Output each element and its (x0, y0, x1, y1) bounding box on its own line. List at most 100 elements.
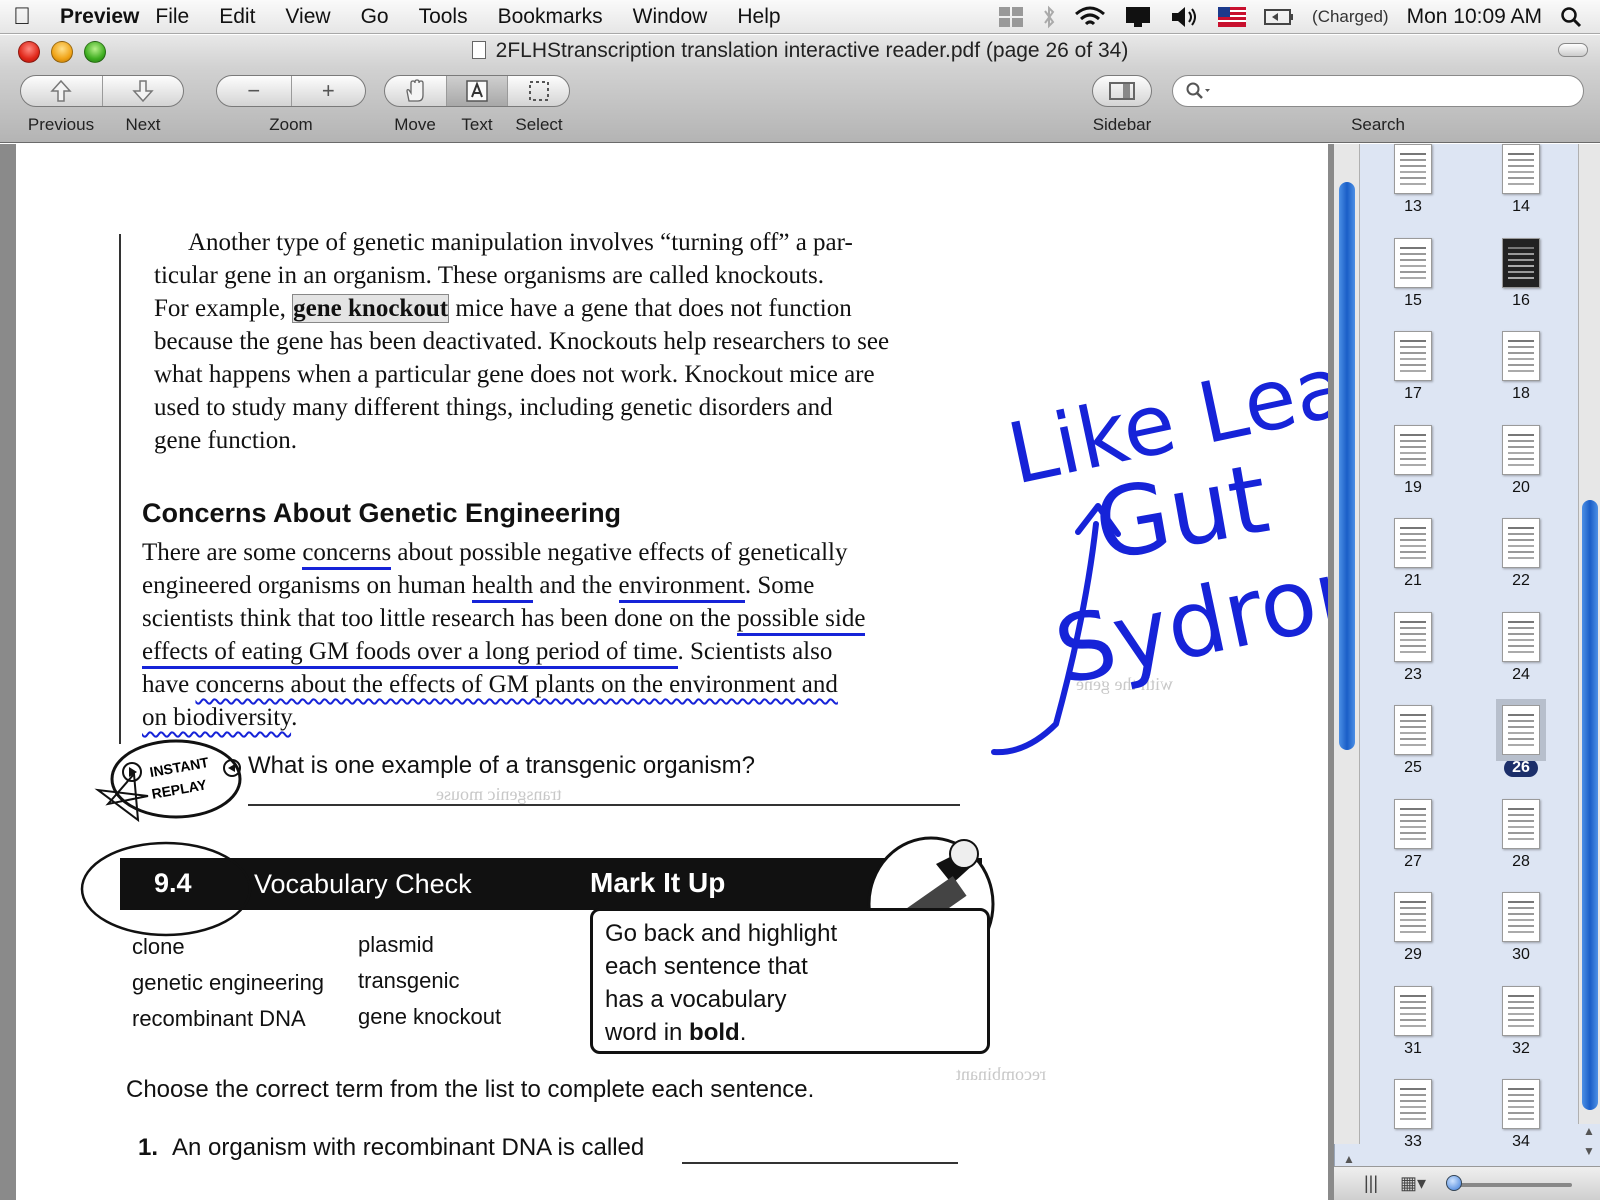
search-label: Search (1351, 115, 1405, 134)
pdf-page[interactable]: Another type of genetic manipulation inv… (16, 144, 1328, 1200)
page-thumbnail[interactable]: 28 (1466, 798, 1576, 891)
page-thumbnail[interactable]: 23 (1358, 611, 1468, 704)
page-thumbnail[interactable]: 27 (1358, 798, 1468, 891)
menu-window[interactable]: Window (633, 5, 708, 29)
underlined-text: concerns (302, 539, 392, 570)
page-thumbnail[interactable]: 20 (1466, 424, 1576, 517)
zoom-out-button[interactable]: − (217, 76, 292, 106)
page-thumbnail[interactable]: 26 (1466, 699, 1576, 797)
display-mirroring-icon[interactable] (1124, 5, 1152, 29)
answer-line[interactable] (248, 804, 960, 806)
move-tool-button[interactable] (385, 76, 447, 106)
window-titlebar: 2FLHStranscription translation interacti… (0, 35, 1600, 67)
vocab-term: genetic engineering (132, 970, 325, 995)
page-thumbnail[interactable]: 19 (1358, 424, 1468, 517)
menu-go[interactable]: Go (361, 5, 389, 29)
plus-icon: + (321, 78, 335, 103)
page-thumbnail[interactable]: 33 (1358, 1079, 1468, 1171)
page-number-label: 23 (1404, 665, 1422, 683)
page-thumbnail[interactable]: 24 (1466, 611, 1576, 704)
toolbar-toggle-button[interactable] (1558, 43, 1588, 57)
clock[interactable]: Mon 10:09 AM (1407, 5, 1542, 29)
markup-run: word in (605, 1019, 690, 1046)
spaces-icon[interactable] (998, 6, 1024, 28)
sidebar-toggle-button[interactable] (1092, 75, 1152, 107)
sidebar-divider-scrollbar[interactable] (1334, 144, 1360, 1144)
vocab-term: clone (132, 934, 185, 959)
select-tool-button[interactable] (508, 76, 569, 106)
thumbnail-size-slider[interactable] (1452, 1183, 1572, 1187)
page-preview-image (1394, 1079, 1432, 1129)
page-number-label: 33 (1404, 1133, 1422, 1150)
page-thumbnail[interactable]: 15 (1358, 237, 1468, 330)
page-number-label: 18 (1512, 385, 1530, 402)
text-run: about possible negative effects of genet… (391, 539, 848, 566)
page-thumbnail[interactable]: 30 (1466, 892, 1576, 984)
status-menus: (Charged) Mon 10:09 AM (998, 0, 1600, 34)
scroll-up-arrow-icon[interactable]: ▲ (1578, 1124, 1600, 1142)
next-page-button[interactable] (103, 76, 184, 106)
bleed-through-text: with the gene (1076, 674, 1173, 694)
page-thumbnail[interactable]: 31 (1358, 985, 1468, 1078)
scroll-thumb[interactable] (1339, 182, 1355, 750)
text-line: Another type of genetic manipulation inv… (188, 229, 853, 256)
apple-menu-icon[interactable]:  (0, 3, 44, 31)
page-thumbnail[interactable]: 16 (1466, 237, 1576, 330)
menu-view[interactable]: View (285, 5, 330, 29)
paragraph-knockouts[interactable]: Another type of genetic manipulation inv… (154, 226, 889, 457)
text-run: have (142, 671, 196, 698)
battery-icon[interactable] (1264, 8, 1294, 26)
menu-help[interactable]: Help (737, 5, 780, 29)
page-thumbnail[interactable]: 22 (1466, 518, 1576, 610)
text-line: There are some concerns about possible n… (142, 536, 865, 570)
pdf-document-icon[interactable] (471, 41, 486, 59)
page-thumbnail[interactable]: 34 (1466, 1079, 1576, 1171)
page-thumbnail[interactable]: 18 (1466, 331, 1576, 423)
markup-line: each sentence that (605, 953, 808, 980)
zoom-control: − + (216, 75, 366, 107)
view-options-icon[interactable]: ▦▾ (1400, 1173, 1426, 1194)
zoom-in-button[interactable]: + (292, 76, 366, 106)
previous-page-button[interactable] (21, 76, 103, 106)
page-preview-image (1394, 705, 1432, 755)
page-number-label: 24 (1512, 665, 1530, 683)
page-thumbnail[interactable]: 29 (1358, 892, 1468, 984)
page-thumbnail[interactable]: 32 (1466, 985, 1576, 1078)
page-thumbnail[interactable]: 21 (1358, 518, 1468, 610)
menu-bookmarks[interactable]: Bookmarks (498, 5, 603, 29)
page-number-label: 25 (1404, 759, 1422, 776)
scroll-thumb[interactable] (1582, 500, 1598, 1110)
previous-next-control (20, 75, 184, 107)
input-menu-flag-icon[interactable] (1218, 7, 1247, 27)
page-number-label: 34 (1512, 1133, 1530, 1150)
page-preview-image (1394, 518, 1432, 568)
fill-in-blank[interactable] (682, 1162, 958, 1164)
menu-file[interactable]: File (155, 5, 189, 29)
page-thumbnail[interactable]: 25 (1358, 705, 1468, 797)
wifi-icon[interactable] (1074, 5, 1106, 29)
highlighted-term[interactable]: gene knockout (292, 294, 450, 323)
menu-edit[interactable]: Edit (219, 5, 255, 29)
resize-grip-icon[interactable]: ||| (1364, 1173, 1378, 1194)
app-menu[interactable]: Preview (60, 5, 139, 29)
text-select-icon (466, 80, 488, 102)
page-thumbnail[interactable]: 17 (1358, 331, 1468, 423)
sidebar-scrollbar[interactable] (1578, 144, 1600, 1124)
paragraph-concerns[interactable]: There are some concerns about possible n… (142, 536, 866, 734)
volume-icon[interactable] (1170, 5, 1200, 29)
spotlight-search-icon[interactable] (1560, 6, 1582, 28)
scroll-down-arrow-icon[interactable]: ▼ (1578, 1144, 1600, 1162)
bluetooth-icon[interactable] (1042, 5, 1056, 29)
page-thumbnail[interactable]: 13 (1358, 144, 1468, 236)
text-line: have concerns about the effects of GM pl… (142, 668, 865, 701)
document-view[interactable]: Another type of genetic manipulation inv… (0, 144, 1334, 1200)
page-thumbnail[interactable]: 14 (1466, 144, 1576, 236)
page-preview-image (1502, 985, 1540, 1036)
search-field[interactable] (1172, 75, 1584, 107)
slider-knob[interactable] (1446, 1175, 1462, 1191)
wavy-underlined-text: concerns about the effects of GM plants … (195, 671, 838, 698)
text-tool-button[interactable] (446, 76, 509, 106)
page-preview-image (1502, 798, 1540, 849)
menu-tools[interactable]: Tools (419, 5, 468, 29)
instructions: Choose the correct term from the list to… (126, 1076, 815, 1103)
